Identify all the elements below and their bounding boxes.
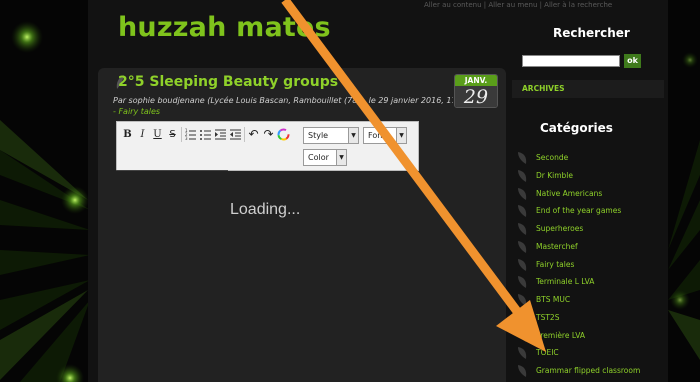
site-title[interactable]: huzzah mates bbox=[118, 12, 331, 43]
post-category-link[interactable]: Fairy tales bbox=[118, 107, 160, 116]
search-heading: Rechercher bbox=[553, 26, 630, 40]
category-label: Seconde bbox=[536, 153, 569, 162]
strikethrough-button[interactable]: S bbox=[166, 126, 179, 143]
category-item[interactable]: Grammar flipped classroom bbox=[516, 362, 666, 380]
color-select-label: Color bbox=[308, 153, 329, 162]
font-select[interactable]: Font ▼ bbox=[363, 127, 407, 144]
category-item[interactable]: Native Americans bbox=[516, 185, 666, 203]
category-item[interactable]: Superheroes bbox=[516, 220, 666, 238]
search-button[interactable]: ok bbox=[624, 54, 641, 68]
category-label: TOEIC bbox=[536, 348, 559, 358]
leaf-icon bbox=[518, 240, 527, 253]
category-item[interactable]: End of the year games bbox=[516, 202, 666, 220]
category-label: BTS MUC bbox=[536, 295, 571, 304]
svg-text:3: 3 bbox=[185, 136, 188, 141]
category-label: Superheroes bbox=[536, 224, 584, 233]
ordered-list-icon[interactable]: 123 bbox=[184, 126, 197, 143]
chevron-down-icon: ▼ bbox=[336, 150, 346, 165]
leaf-icon bbox=[518, 365, 527, 377]
category-label: Native Americans bbox=[536, 188, 603, 198]
leaf-icon bbox=[518, 223, 527, 235]
category-label: End of the year games bbox=[536, 206, 622, 216]
category-item[interactable]: Masterchef bbox=[516, 238, 666, 256]
archives-link[interactable]: ARCHIVES bbox=[522, 84, 564, 93]
category-item[interactable]: TOEIC bbox=[516, 344, 666, 362]
category-list: Seconde Dr Kimble Native Americans End o… bbox=[516, 149, 666, 380]
unordered-list-icon[interactable] bbox=[199, 126, 212, 143]
post-meta: Par sophie boudjenane (Lycée Louis Basca… bbox=[113, 96, 453, 105]
toolbar-lower-row bbox=[116, 170, 228, 176]
leaf-icon bbox=[518, 347, 527, 360]
leaf-icon bbox=[518, 187, 527, 200]
category-item[interactable]: Seconde bbox=[516, 149, 666, 167]
editor-toolbar: B I U S 123 ↶ ↷ Style ▼ Font ▼ Color ▼ bbox=[116, 121, 419, 171]
leaf-icon bbox=[518, 276, 527, 289]
toolbar-separator bbox=[181, 127, 182, 142]
post-title[interactable]: 2°5 Sleeping Beauty groups bbox=[118, 74, 458, 90]
underline-button[interactable]: U bbox=[151, 126, 164, 143]
category-label: TST2S bbox=[536, 312, 560, 322]
leaf-icon bbox=[518, 152, 527, 164]
category-label: Dr Kimble bbox=[536, 170, 574, 180]
category-item[interactable]: Dr Kimble bbox=[516, 167, 666, 185]
leaf-icon bbox=[518, 294, 527, 306]
leaf-icon bbox=[518, 205, 527, 218]
search-input[interactable] bbox=[522, 55, 620, 67]
category-item[interactable]: BTS MUC bbox=[516, 291, 666, 309]
toolbar-separator bbox=[244, 127, 245, 142]
chevron-down-icon: ▼ bbox=[348, 128, 358, 143]
loading-text: Loading... bbox=[230, 201, 301, 218]
date-day: 29 bbox=[455, 86, 497, 107]
chevron-down-icon: ▼ bbox=[396, 128, 406, 143]
category-label: Fairy tales bbox=[536, 259, 575, 269]
style-select[interactable]: Style ▼ bbox=[303, 127, 359, 144]
bold-button[interactable]: B bbox=[121, 126, 134, 143]
leaf-icon bbox=[518, 258, 527, 271]
category-label: Masterchef bbox=[536, 241, 578, 251]
category-item[interactable]: TST2S bbox=[516, 309, 666, 327]
categories-heading: Catégories bbox=[540, 121, 613, 135]
outdent-icon[interactable] bbox=[229, 126, 242, 143]
post-category: - Fairy tales bbox=[113, 107, 160, 116]
leaf-icon bbox=[518, 311, 527, 324]
category-item[interactable]: Première LVA bbox=[516, 327, 666, 345]
skip-links[interactable]: Aller au contenu | Aller au menu | Aller… bbox=[424, 1, 664, 9]
italic-button[interactable]: I bbox=[136, 126, 149, 143]
category-label: Terminale L LVA bbox=[536, 277, 595, 287]
undo-icon[interactable]: ↶ bbox=[247, 126, 260, 143]
leaf-icon bbox=[518, 169, 527, 182]
leaf-icon bbox=[518, 329, 527, 342]
category-label: Première LVA bbox=[536, 330, 585, 340]
font-select-label: Font bbox=[368, 131, 386, 140]
category-label: Grammar flipped classroom bbox=[536, 366, 641, 375]
category-item[interactable]: Terminale L LVA bbox=[516, 273, 666, 291]
color-wheel-icon[interactable] bbox=[277, 126, 290, 143]
date-badge: JANV. 29 bbox=[454, 74, 498, 108]
category-item[interactable]: Fairy tales bbox=[516, 256, 666, 274]
indent-icon[interactable] bbox=[214, 126, 227, 143]
style-select-label: Style bbox=[308, 131, 329, 140]
redo-icon[interactable]: ↷ bbox=[262, 126, 275, 143]
color-select[interactable]: Color ▼ bbox=[303, 149, 347, 166]
date-month: JANV. bbox=[455, 75, 497, 86]
